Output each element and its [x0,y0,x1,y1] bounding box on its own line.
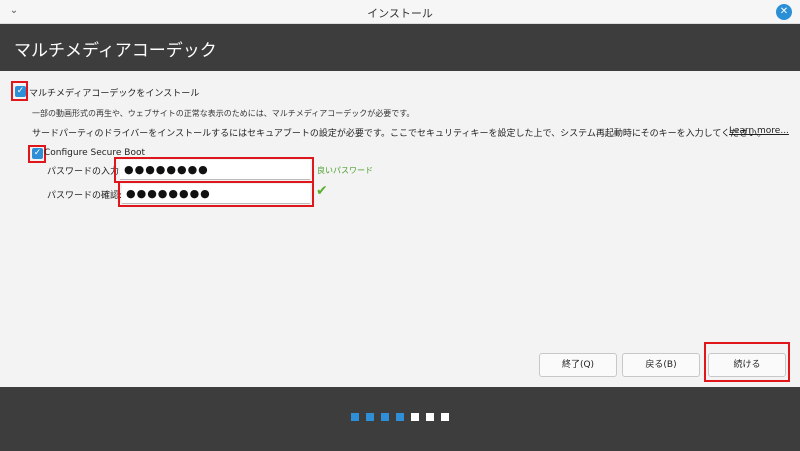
learn-more-link[interactable]: Learn more... [729,126,789,136]
install-codecs-checkbox[interactable]: ✓ [15,86,26,97]
step-dot [426,413,434,421]
checkmark-icon: ✔ [316,183,328,199]
install-codecs-label: マルチメディアコーデックをインストール [29,89,200,99]
confirm-password-input[interactable]: ●●●●●●●● [122,184,310,204]
step-dot [381,413,389,421]
window-titlebar: ⌄ インストール ✕ [0,0,800,24]
password-input[interactable]: ●●●●●●●● [120,160,310,180]
secure-boot-notice: サードパーティのドライバーをインストールするにはセキュアブートの設定が必要です。… [32,129,767,139]
quit-button[interactable]: 終了(Q) [539,353,617,377]
confirm-password-label: パスワードの確認: [47,191,123,201]
step-dot [396,413,404,421]
continue-button[interactable]: 続ける [708,353,786,377]
close-icon[interactable]: ✕ [776,4,792,20]
configure-secure-boot-checkbox[interactable]: ✓ [32,148,43,159]
step-dot [366,413,374,421]
page-header: マルチメディアコーデック [0,24,800,71]
password-label: パスワードの入力: [47,167,123,177]
step-dot [351,413,359,421]
step-dot [441,413,449,421]
main-content: ✓ マルチメディアコーデックをインストール 一部の動画形式の再生や、ウェブサイト… [0,71,800,387]
window-title: インストール [367,7,433,20]
back-button[interactable]: 戻る(B) [622,353,700,377]
codecs-description: 一部の動画形式の再生や、ウェブサイトの正常な表示のためには、マルチメディアコーデ… [32,109,415,118]
progress-footer [0,387,800,451]
password-strength: 良いパスワード [317,166,373,175]
step-dot [411,413,419,421]
page-title: マルチメディアコーデック [14,41,217,61]
